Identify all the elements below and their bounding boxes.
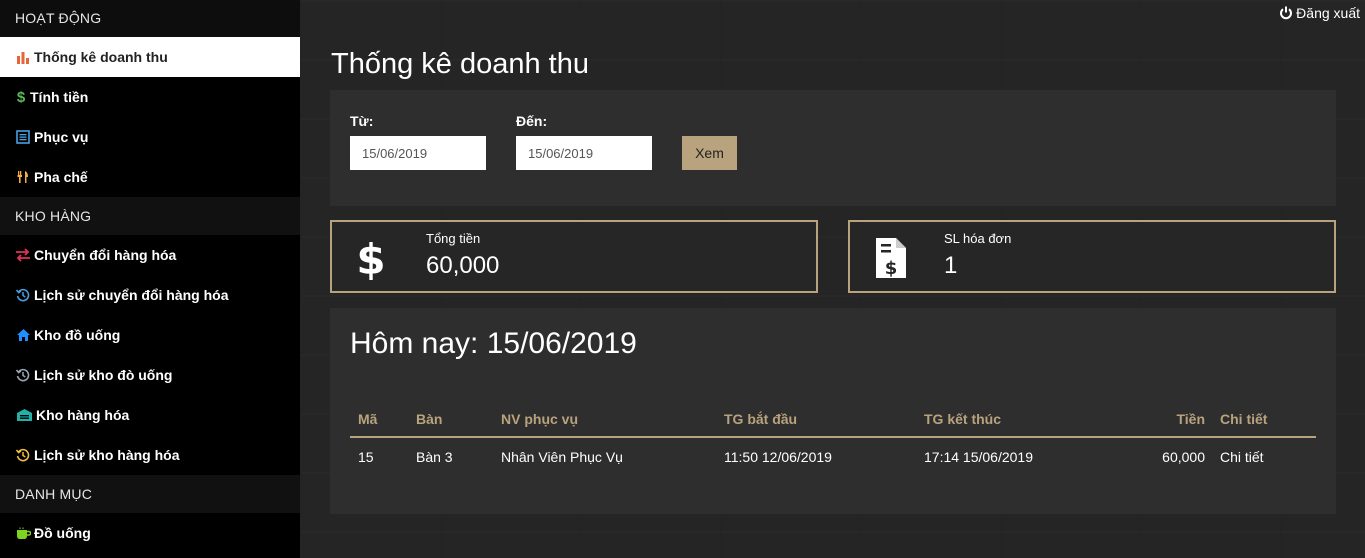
bar-chart-icon [15, 49, 31, 65]
svg-text:$: $ [356, 236, 385, 280]
column-header-end-time: TG kết thúc [924, 411, 1002, 427]
total-revenue-card: $ Tổng tiền 60,000 [330, 220, 818, 293]
page-title: Thống kê doanh thu [331, 48, 589, 80]
sidebar-item-checkout[interactable]: $ Tính tiền [0, 77, 300, 117]
invoice-count-label: SL hóa đơn [944, 231, 1012, 246]
table-header-row: Mã Bàn NV phục vụ TG bắt đầu TG kết thúc… [350, 402, 1316, 438]
sidebar-item-label: Kho đồ uống [34, 327, 121, 343]
section-header-activity: HOẠT ĐỘNG [0, 0, 300, 37]
cell-table: Bàn 3 [416, 449, 453, 465]
sidebar-item-drink-stock[interactable]: Kho đồ uống [0, 315, 300, 355]
from-date-input[interactable] [350, 136, 486, 170]
sidebar-item-revenue-stats[interactable]: Thống kê doanh thu [0, 37, 300, 77]
power-icon [1279, 6, 1293, 20]
sidebar-item-label: Tính tiền [30, 89, 89, 105]
section-header-catalog: DANH MỤC [0, 475, 300, 513]
table-row: 15 Bàn 3 Nhân Viên Phục Vụ 11:50 12/06/2… [350, 438, 1316, 476]
cell-amount: 60,000 [1162, 449, 1205, 465]
logout-button[interactable]: Đăng xuất [1279, 5, 1360, 21]
sidebar-item-serve[interactable]: Phục vụ [0, 117, 300, 157]
warehouse-icon [15, 407, 33, 423]
sidebar: HOẠT ĐỘNG Thống kê doanh thu $ Tính tiền… [0, 0, 300, 558]
sidebar-item-label: Lịch sử chuyển đổi hàng hóa [34, 287, 229, 303]
to-label: Đến: [516, 113, 548, 129]
sidebar-item-drinks[interactable]: Đồ uống [0, 513, 300, 553]
detail-link[interactable]: Chi tiết [1220, 449, 1264, 465]
column-header-table: Bàn [416, 411, 443, 427]
history-icon [15, 287, 31, 303]
to-date-input[interactable] [516, 136, 652, 170]
section-header-warehouse: KHO HÀNG [0, 197, 300, 235]
main-content: Đăng xuất Thống kê doanh thu Từ: Đến: Xe… [300, 0, 1365, 558]
column-header-staff: NV phục vụ [501, 411, 579, 427]
invoice-icon: $ [874, 238, 906, 283]
column-header-detail: Chi tiết [1220, 411, 1268, 427]
invoice-count-value: 1 [944, 252, 958, 279]
coffee-icon [15, 525, 31, 541]
cell-staff: Nhân Viên Phục Vụ [501, 449, 623, 465]
sidebar-item-label: Lịch sử kho hàng hóa [34, 447, 180, 463]
sidebar-item-label: Lịch sử kho đò uống [34, 367, 173, 383]
sidebar-item-goods-stock[interactable]: Kho hàng hóa [0, 395, 300, 435]
today-title: Hôm nay: 15/06/2019 [350, 327, 637, 360]
history-icon [15, 447, 31, 463]
history-icon [15, 367, 31, 383]
cell-id: 15 [358, 449, 374, 465]
sidebar-item-label: Pha chế [34, 169, 88, 185]
cell-end-time: 17:14 15/06/2019 [924, 449, 1033, 465]
utensils-icon [15, 169, 31, 185]
filter-panel: Từ: Đến: Xem [330, 90, 1336, 206]
sidebar-item-label: Đồ uống [34, 525, 91, 541]
sidebar-item-drink-stock-history[interactable]: Lịch sử kho đò uống [0, 355, 300, 395]
sidebar-item-goods-stock-history[interactable]: Lịch sử kho hàng hóa [0, 435, 300, 475]
sidebar-item-convert-goods[interactable]: Chuyển đổi hàng hóa [0, 235, 300, 275]
sidebar-item-label: Chuyển đổi hàng hóa [34, 247, 177, 263]
total-revenue-value: 60,000 [426, 252, 500, 279]
view-button[interactable]: Xem [682, 136, 737, 170]
dollar-icon: $ [16, 88, 26, 106]
invoice-count-card: $ SL hóa đơn 1 [848, 220, 1336, 293]
total-revenue-label: Tổng tiền [426, 231, 481, 246]
home-icon [15, 327, 31, 343]
sidebar-item-label: Thống kê doanh thu [34, 49, 168, 65]
logout-label: Đăng xuất [1296, 5, 1360, 21]
today-panel: Hôm nay: 15/06/2019 Mã Bàn NV phục vụ TG… [330, 308, 1336, 514]
dollar-icon: $ [356, 235, 386, 285]
column-header-amount: Tiền [1176, 411, 1205, 427]
column-header-id: Mã [358, 411, 378, 427]
exchange-icon [15, 247, 31, 263]
invoice-table: Mã Bàn NV phục vụ TG bắt đầu TG kết thúc… [350, 402, 1316, 476]
column-header-start-time: TG bắt đầu [724, 411, 798, 427]
sidebar-item-label: Phục vụ [34, 129, 89, 145]
sidebar-item-label: Kho hàng hóa [36, 407, 130, 423]
cell-start-time: 11:50 12/06/2019 [724, 449, 832, 465]
list-icon [15, 129, 31, 145]
svg-text:$: $ [885, 258, 898, 278]
from-label: Từ: [350, 113, 374, 129]
sidebar-item-convert-history[interactable]: Lịch sử chuyển đổi hàng hóa [0, 275, 300, 315]
sidebar-item-bartend[interactable]: Pha chế [0, 157, 300, 197]
